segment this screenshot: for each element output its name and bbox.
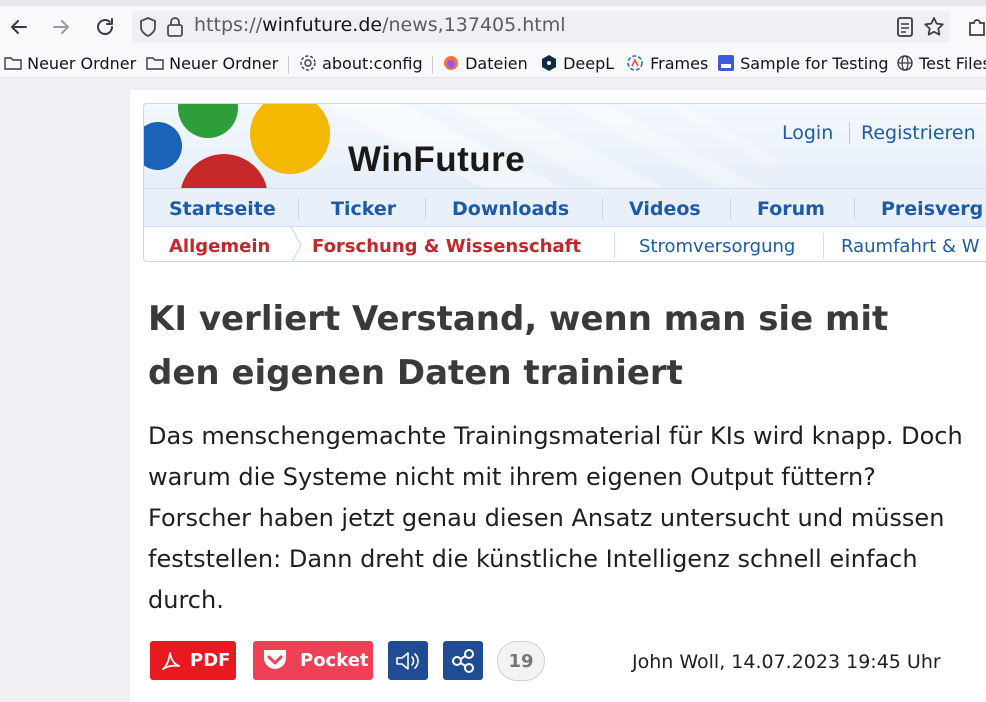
forward-button[interactable] (48, 14, 74, 40)
bookmark-about-config[interactable]: about:config (299, 52, 423, 78)
bookmark-folder-2[interactable]: Neuer Ordner (146, 52, 278, 78)
nav-separator (730, 198, 731, 220)
bookmark-label: about:config (322, 54, 423, 73)
breadcrumb-allgemein[interactable]: Allgemein (169, 236, 270, 257)
lock-icon[interactable] (165, 15, 185, 39)
bookmark-dateien[interactable]: Dateien (442, 52, 528, 78)
share-button[interactable] (443, 641, 483, 680)
bookmark-label: Neuer Ordner (169, 54, 279, 73)
reload-icon (97, 18, 113, 35)
bookmark-label: Neuer Ordner (27, 54, 137, 73)
folder-icon (4, 57, 22, 70)
breadcrumb-current[interactable]: Forschung & Wissenschaft (312, 236, 581, 257)
globe-icon (897, 55, 913, 71)
article-headline: KI verliert Verstand, wenn man sie mit d… (148, 299, 889, 393)
nav-downloads[interactable]: Downloads (452, 198, 569, 220)
bookmark-separator (288, 56, 289, 74)
bookmark-star-icon[interactable] (922, 15, 946, 39)
subnav-separator (823, 233, 824, 259)
nav-ticker[interactable]: Ticker (331, 198, 396, 220)
pdf-icon (162, 652, 180, 670)
main-nav: Startseite Ticker Downloads Videos Forum… (144, 188, 986, 226)
nav-forum[interactable]: Forum (757, 198, 825, 220)
sample-icon (718, 55, 734, 71)
read-aloud-button[interactable] (388, 641, 428, 680)
pdf-button[interactable]: PDF (150, 641, 236, 680)
forward-arrow-icon (53, 20, 69, 34)
bookmark-label: Test Files (919, 54, 986, 73)
subnav-raumfahrt[interactable]: Raumfahrt & W (841, 236, 980, 257)
firefox-icon (444, 56, 458, 70)
login-link[interactable]: Login (782, 122, 833, 144)
shield-icon[interactable] (137, 16, 159, 38)
site-logo[interactable]: WinFuture (348, 140, 525, 180)
reader-view-icon[interactable] (895, 16, 915, 38)
sub-nav: Allgemein Forschung & Wissenschaft Strom… (144, 226, 986, 261)
comment-count-badge[interactable]: 19 (497, 641, 545, 681)
subnav-stromversorgung[interactable]: Stromversorgung (639, 236, 795, 257)
browser-toolbar: https://winfuture.de/news,137405.html (0, 0, 986, 52)
url-text[interactable]: https://winfuture.de/news,137405.html (194, 14, 566, 36)
bookmark-folder-1[interactable]: Neuer Ordner (4, 52, 136, 78)
nav-separator (425, 198, 426, 220)
nav-separator (854, 198, 855, 220)
article-lead: Das menschengemachte Trainingsmaterial f… (148, 422, 963, 614)
bookmark-frames[interactable]: Frames (625, 52, 708, 78)
extension-icon[interactable] (966, 15, 986, 39)
back-button[interactable] (6, 14, 32, 40)
tab-strip-edge (0, 0, 986, 6)
bookmark-test-files[interactable]: Test Files (896, 52, 986, 78)
bookmark-label: Sample for Testing (740, 54, 889, 73)
pdf-label: PDF (190, 650, 231, 671)
article-byline: John Woll, 14.07.2023 19:45 Uhr (632, 651, 941, 673)
share-icon (452, 649, 474, 673)
bookmark-label: Dateien (465, 54, 528, 73)
bookmark-separator (432, 56, 433, 74)
nav-preisvergleich[interactable]: Preisverg (881, 198, 983, 220)
nav-separator (298, 198, 299, 220)
reload-button[interactable] (92, 14, 118, 40)
logo-graphic (144, 104, 784, 188)
pocket-icon (264, 650, 286, 669)
breadcrumb-chevron-icon (290, 227, 302, 261)
back-arrow-icon (11, 20, 27, 34)
register-link[interactable]: Registrieren (861, 122, 976, 144)
deepl-icon (542, 55, 556, 71)
bookmark-deepl[interactable]: DeepL (540, 52, 614, 78)
pocket-label: Pocket (300, 650, 369, 671)
header-banner: WinFuture Login Registrieren (144, 104, 986, 188)
nav-separator (602, 198, 603, 220)
auth-separator (849, 122, 850, 144)
bookmark-sample[interactable]: Sample for Testing (717, 52, 889, 78)
speaker-icon (396, 652, 419, 670)
folder-icon (146, 57, 164, 70)
frames-icon (627, 55, 643, 71)
bookmark-label: DeepL (563, 54, 615, 73)
bookmark-label: Frames (650, 54, 709, 73)
bookmarks-bar: Neuer Ordner Neuer Ordner about:config D… (0, 52, 986, 78)
nav-videos[interactable]: Videos (629, 198, 701, 220)
pocket-button[interactable]: Pocket (253, 641, 373, 680)
subnav-separator (614, 233, 615, 259)
nav-startseite[interactable]: Startseite (169, 198, 276, 220)
gear-icon (300, 55, 316, 71)
site-header: WinFuture Login Registrieren Startseite … (143, 103, 986, 262)
